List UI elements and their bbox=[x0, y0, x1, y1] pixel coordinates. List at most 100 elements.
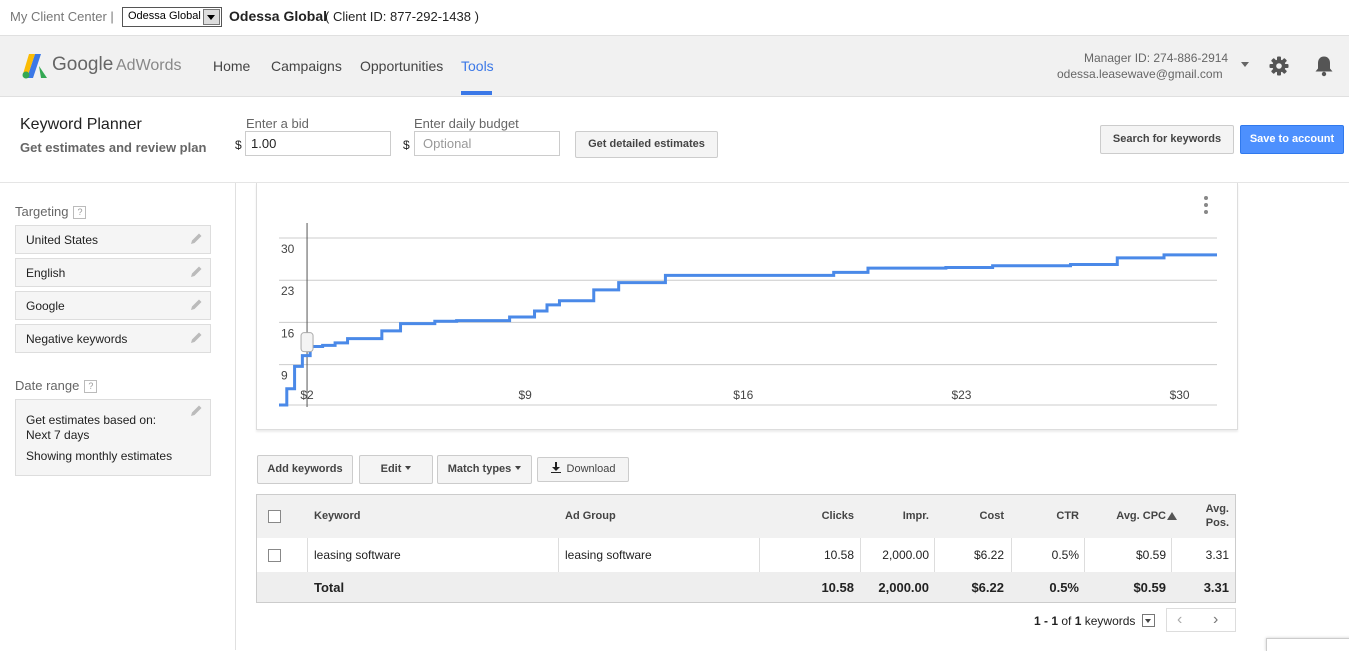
targeting-location-label: United States bbox=[26, 233, 99, 247]
edit-button[interactable]: Edit bbox=[359, 455, 433, 484]
add-keywords-button[interactable]: Add keywords bbox=[257, 455, 353, 484]
adwords-logo-icon[interactable] bbox=[22, 53, 48, 79]
pagination-unit: keywords bbox=[1084, 614, 1136, 628]
logo-google-text: Google bbox=[52, 54, 114, 75]
targeting-negative-keywords-label: Negative keywords bbox=[26, 332, 128, 346]
col-avg-pos-line2[interactable]: Pos. bbox=[1187, 517, 1229, 529]
manager-id[interactable]: Manager ID: 274-886-2914 bbox=[1084, 51, 1228, 65]
budget-label: Enter daily budget bbox=[414, 116, 519, 131]
column-divider bbox=[558, 538, 559, 572]
get-detailed-estimates-button[interactable]: Get detailed estimates bbox=[575, 131, 718, 158]
pencil-icon[interactable] bbox=[189, 331, 203, 345]
previous-page-button[interactable]: ‹ bbox=[1177, 611, 1182, 629]
pencil-icon[interactable] bbox=[189, 232, 203, 246]
chevron-down-icon[interactable] bbox=[203, 9, 220, 25]
pagination-total: 1 bbox=[1074, 614, 1082, 628]
column-divider bbox=[1084, 538, 1085, 572]
client-id: ( Client ID: 877-292-1438 ) bbox=[325, 9, 479, 24]
ad-group-cell[interactable]: leasing software bbox=[565, 548, 652, 562]
budget-input[interactable]: Optional bbox=[414, 131, 560, 156]
targeting-heading: Targeting? bbox=[15, 204, 87, 219]
pencil-icon[interactable] bbox=[189, 298, 203, 312]
col-clicks[interactable]: Clicks bbox=[797, 510, 854, 522]
sidebar-divider bbox=[235, 183, 236, 650]
targeting-network[interactable]: Google bbox=[15, 291, 211, 320]
col-avg-pos-line1[interactable]: Avg. bbox=[1187, 503, 1229, 515]
my-client-center-link[interactable]: My Client Center | bbox=[10, 9, 114, 24]
account-name: Odessa Global bbox=[229, 8, 328, 24]
targeting-label: Targeting bbox=[15, 204, 69, 219]
gear-icon[interactable] bbox=[1269, 56, 1289, 76]
match-types-button[interactable]: Match types bbox=[437, 455, 532, 484]
rows-per-page-dropdown[interactable] bbox=[1142, 614, 1155, 627]
column-divider bbox=[307, 538, 308, 572]
bid-label: Enter a bid bbox=[246, 116, 309, 131]
tab-campaigns[interactable]: Campaigns bbox=[271, 58, 342, 74]
total-ctr: 0.5% bbox=[1049, 580, 1079, 595]
col-avg-cpc[interactable]: Avg. CPC bbox=[1087, 510, 1166, 522]
tab-tools[interactable]: Tools bbox=[461, 58, 494, 74]
pencil-icon[interactable] bbox=[189, 404, 203, 418]
tab-opportunities[interactable]: Opportunities bbox=[360, 58, 443, 74]
save-to-account-button[interactable]: Save to account bbox=[1240, 125, 1344, 154]
col-keyword[interactable]: Keyword bbox=[314, 510, 360, 522]
table-row[interactable]: leasing software leasing software 10.58 … bbox=[257, 538, 1235, 573]
targeting-negative-keywords[interactable]: Negative keywords bbox=[15, 324, 211, 353]
col-ctr[interactable]: CTR bbox=[1017, 510, 1079, 522]
main-nav: Google AdWords Home Campaigns Opportunit… bbox=[0, 35, 1349, 97]
table-header-row: Keyword Ad Group Clicks Impr. Cost CTR A… bbox=[257, 495, 1235, 539]
next-page-button[interactable]: › bbox=[1213, 611, 1218, 629]
targeting-language[interactable]: English bbox=[15, 258, 211, 287]
targeting-location[interactable]: United States bbox=[15, 225, 211, 254]
account-menu-chevron-icon[interactable] bbox=[1241, 62, 1249, 67]
chart-canvas[interactable]: 9162330$2 $9 $16 $23 $30 bbox=[257, 183, 1237, 429]
avg-pos-cell: 3.31 bbox=[1205, 548, 1229, 562]
bid-input[interactable]: 1.00 bbox=[245, 131, 391, 156]
y-tick-label: 16 bbox=[281, 326, 295, 340]
budget-currency: $ bbox=[403, 138, 410, 152]
date-range-box[interactable]: Get estimates based on: Next 7 days Show… bbox=[15, 399, 211, 476]
chevron-down-icon bbox=[405, 466, 412, 470]
ctr-cell: 0.5% bbox=[1051, 548, 1079, 562]
x-tick-label: $23 bbox=[951, 388, 971, 402]
bid-estimate-chart[interactable]: 9 16 23 30 $2 $9 $16 $23 $30 bbox=[256, 183, 1238, 430]
feedback-widget[interactable] bbox=[1266, 638, 1349, 651]
pencil-icon[interactable] bbox=[189, 265, 203, 279]
help-icon[interactable]: ? bbox=[84, 380, 98, 393]
total-clicks: 10.58 bbox=[821, 580, 854, 595]
page-subtitle: Get estimates and review plan bbox=[20, 140, 207, 155]
account-select[interactable]: Odessa Global bbox=[122, 7, 222, 27]
x-tick-label: $16 bbox=[733, 388, 753, 402]
chevron-down-icon bbox=[515, 466, 522, 470]
date-range-label: Date range bbox=[15, 378, 80, 393]
impressions-cell: 2,000.00 bbox=[882, 548, 929, 562]
sort-ascending-icon[interactable] bbox=[1167, 512, 1177, 520]
chart-series-line bbox=[279, 253, 1217, 407]
download-button[interactable]: Download bbox=[537, 457, 629, 482]
bid-slider-handle[interactable] bbox=[300, 332, 314, 353]
select-all-checkbox[interactable] bbox=[268, 510, 281, 523]
column-divider bbox=[934, 538, 935, 572]
column-divider bbox=[1171, 538, 1172, 572]
column-divider bbox=[759, 538, 760, 572]
tab-home[interactable]: Home bbox=[213, 58, 250, 74]
more-options-icon[interactable] bbox=[1202, 195, 1210, 215]
col-cost[interactable]: Cost bbox=[937, 510, 1004, 522]
total-cost: $6.22 bbox=[971, 580, 1004, 595]
search-for-keywords-button[interactable]: Search for keywords bbox=[1100, 125, 1234, 154]
manager-email[interactable]: odessa.leasewave@gmail.com bbox=[1057, 67, 1223, 81]
total-label: Total bbox=[314, 580, 345, 595]
column-divider bbox=[860, 538, 861, 572]
col-impressions[interactable]: Impr. bbox=[869, 510, 929, 522]
row-checkbox[interactable] bbox=[268, 549, 281, 562]
bell-icon[interactable] bbox=[1314, 55, 1334, 77]
keyword-cell[interactable]: leasing software bbox=[314, 548, 401, 562]
help-icon[interactable]: ? bbox=[73, 206, 87, 219]
col-ad-group[interactable]: Ad Group bbox=[565, 510, 616, 522]
avg-cpc-cell: $0.59 bbox=[1135, 548, 1166, 562]
edit-button-label: Edit bbox=[380, 463, 402, 475]
y-tick-label: 23 bbox=[281, 284, 295, 298]
pagination-of: of bbox=[1061, 614, 1072, 628]
download-label: Download bbox=[566, 463, 616, 475]
y-tick-label: 30 bbox=[281, 242, 295, 256]
